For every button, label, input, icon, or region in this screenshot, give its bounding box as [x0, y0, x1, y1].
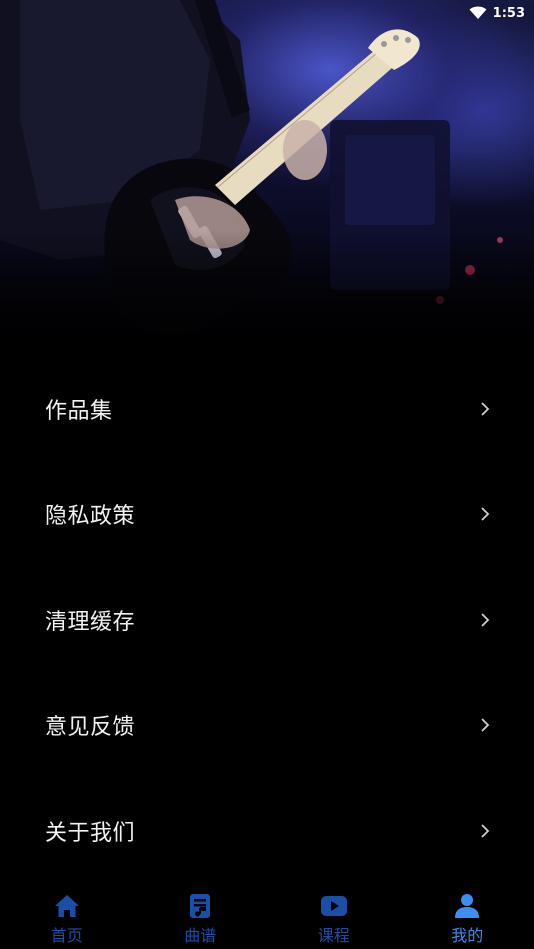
wifi-icon: [469, 6, 487, 19]
status-bar: 1:53: [0, 0, 534, 26]
tab-label: 我的: [451, 926, 484, 945]
menu-item-clear-cache[interactable]: 清理缓存: [0, 567, 534, 673]
chevron-right-icon: [481, 613, 490, 627]
sheet-music-icon: [190, 894, 211, 918]
tab-courses[interactable]: 课程: [267, 879, 401, 949]
tab-label: 曲谱: [184, 926, 217, 945]
person-icon: [455, 894, 480, 918]
chevron-right-icon: [481, 507, 490, 521]
menu-item-about-us[interactable]: 关于我们: [0, 778, 534, 884]
status-time: 1:53: [492, 5, 525, 21]
menu-item-label: 隐私政策: [45, 504, 136, 530]
tab-label: 首页: [50, 926, 83, 945]
tab-home[interactable]: 首页: [0, 879, 134, 949]
menu-item-label: 作品集: [45, 398, 113, 424]
menu-item-portfolio[interactable]: 作品集: [0, 356, 534, 462]
tab-mine[interactable]: 我的: [401, 879, 534, 949]
chevron-right-icon: [481, 402, 490, 416]
video-play-icon: [320, 896, 347, 916]
bottom-tab-bar: 首页 曲谱 课程 我的: [0, 879, 534, 949]
settings-menu: 作品集 隐私政策 清理缓存 意见反馈 关于我们: [0, 356, 534, 884]
hero-banner-image: [0, 0, 534, 360]
menu-item-label: 意见反馈: [45, 715, 136, 741]
menu-item-privacy-policy[interactable]: 隐私政策: [0, 462, 534, 568]
menu-item-label: 关于我们: [45, 820, 136, 846]
menu-item-label: 清理缓存: [45, 609, 136, 635]
tab-sheet-music[interactable]: 曲谱: [134, 879, 268, 949]
home-icon: [54, 895, 79, 917]
chevron-right-icon: [481, 824, 490, 838]
hero-fade-overlay: [0, 230, 534, 360]
chevron-right-icon: [481, 718, 490, 732]
tab-label: 课程: [317, 926, 350, 945]
menu-item-feedback[interactable]: 意见反馈: [0, 673, 534, 779]
